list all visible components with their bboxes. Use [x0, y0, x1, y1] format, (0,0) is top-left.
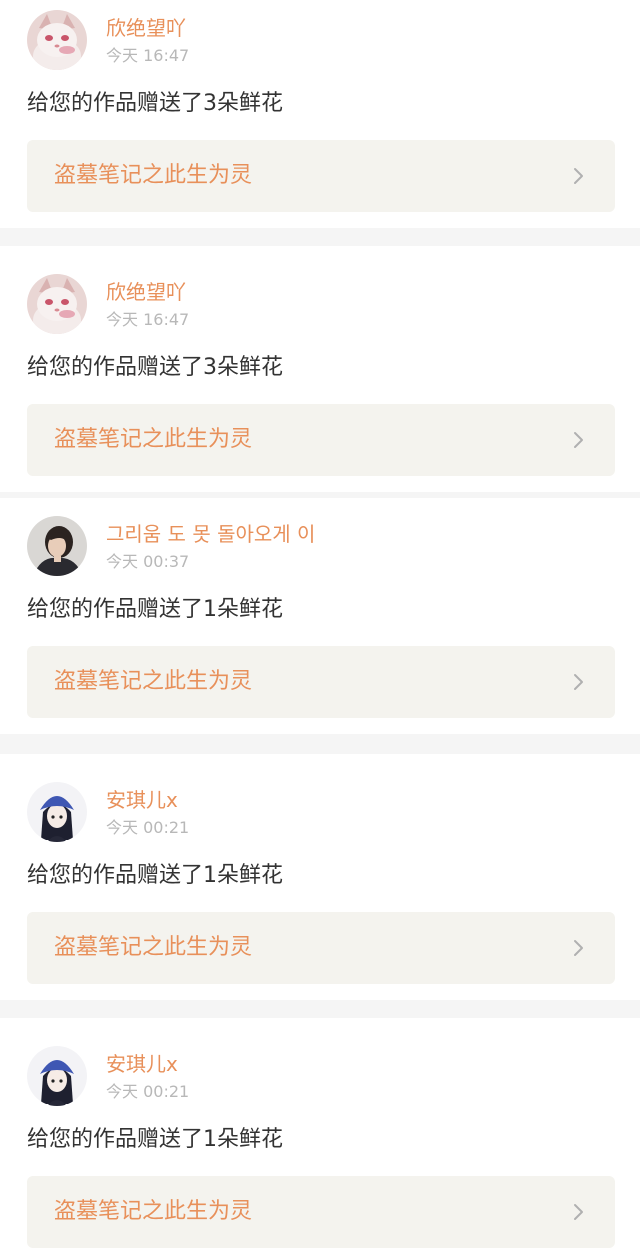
notification-message: 给您的作品赠送了3朵鲜花: [27, 91, 283, 116]
timestamp: 今天 00:37: [106, 552, 190, 571]
notification-message: 给您的作品赠送了1朵鲜花: [27, 863, 283, 888]
work-title: 盗墓笔记之此生为灵: [54, 1199, 253, 1224]
notification-card: 欣绝望吖 今天 16:47 给您的作品赠送了3朵鲜花 盗墓笔记之此生为灵: [0, 246, 640, 492]
work-title: 盗墓笔记之此生为灵: [54, 163, 253, 188]
notification-message: 给您的作品赠送了1朵鲜花: [27, 597, 283, 622]
work-link[interactable]: 盗墓笔记之此生为灵: [27, 140, 615, 212]
username[interactable]: 安琪儿x: [106, 1052, 178, 1076]
notification-card: 그리움 도 못 돌아오게 이 今天 00:37 给您的作品赠送了1朵鲜花 盗墓笔…: [0, 498, 640, 734]
chevron-right-icon: [574, 1204, 583, 1220]
anime-girl-avatar-icon[interactable]: [27, 1046, 87, 1106]
girl-photo-avatar-icon[interactable]: [27, 516, 87, 576]
notification-card: 安琪儿x 今天 00:21 给您的作品赠送了1朵鲜花 盗墓笔记之此生为灵: [0, 1018, 640, 1258]
anime-girl-avatar-icon[interactable]: [27, 782, 87, 842]
work-title: 盗墓笔记之此生为灵: [54, 669, 253, 694]
work-link[interactable]: 盗墓笔记之此生为灵: [27, 404, 615, 476]
timestamp: 今天 16:47: [106, 310, 190, 329]
chevron-right-icon: [574, 674, 583, 690]
chevron-right-icon: [574, 432, 583, 448]
notification-card: 欣绝望吖 今天 16:47 给您的作品赠送了3朵鲜花 盗墓笔记之此生为灵: [0, 0, 640, 228]
work-title: 盗墓笔记之此生为灵: [54, 935, 253, 960]
username[interactable]: 安琪儿x: [106, 788, 178, 812]
timestamp: 今天 00:21: [106, 1082, 190, 1101]
cat-avatar-icon[interactable]: [27, 10, 87, 70]
work-link[interactable]: 盗墓笔记之此生为灵: [27, 646, 615, 718]
username[interactable]: 그리움 도 못 돌아오게 이: [106, 522, 315, 546]
timestamp: 今天 16:47: [106, 46, 190, 65]
cat-avatar-icon[interactable]: [27, 274, 87, 334]
notification-card: 安琪儿x 今天 00:21 给您的作品赠送了1朵鲜花 盗墓笔记之此生为灵: [0, 754, 640, 1000]
notification-message: 给您的作品赠送了3朵鲜花: [27, 355, 283, 380]
work-link[interactable]: 盗墓笔记之此生为灵: [27, 1176, 615, 1248]
notification-list: 欣绝望吖 今天 16:47 给您的作品赠送了3朵鲜花 盗墓笔记之此生为灵 欣绝望…: [0, 0, 640, 1258]
username[interactable]: 欣绝望吖: [106, 280, 186, 304]
timestamp: 今天 00:21: [106, 818, 190, 837]
chevron-right-icon: [574, 940, 583, 956]
username[interactable]: 欣绝望吖: [106, 16, 186, 40]
work-link[interactable]: 盗墓笔记之此生为灵: [27, 912, 615, 984]
work-title: 盗墓笔记之此生为灵: [54, 427, 253, 452]
notification-message: 给您的作品赠送了1朵鲜花: [27, 1127, 283, 1152]
chevron-right-icon: [574, 168, 583, 184]
